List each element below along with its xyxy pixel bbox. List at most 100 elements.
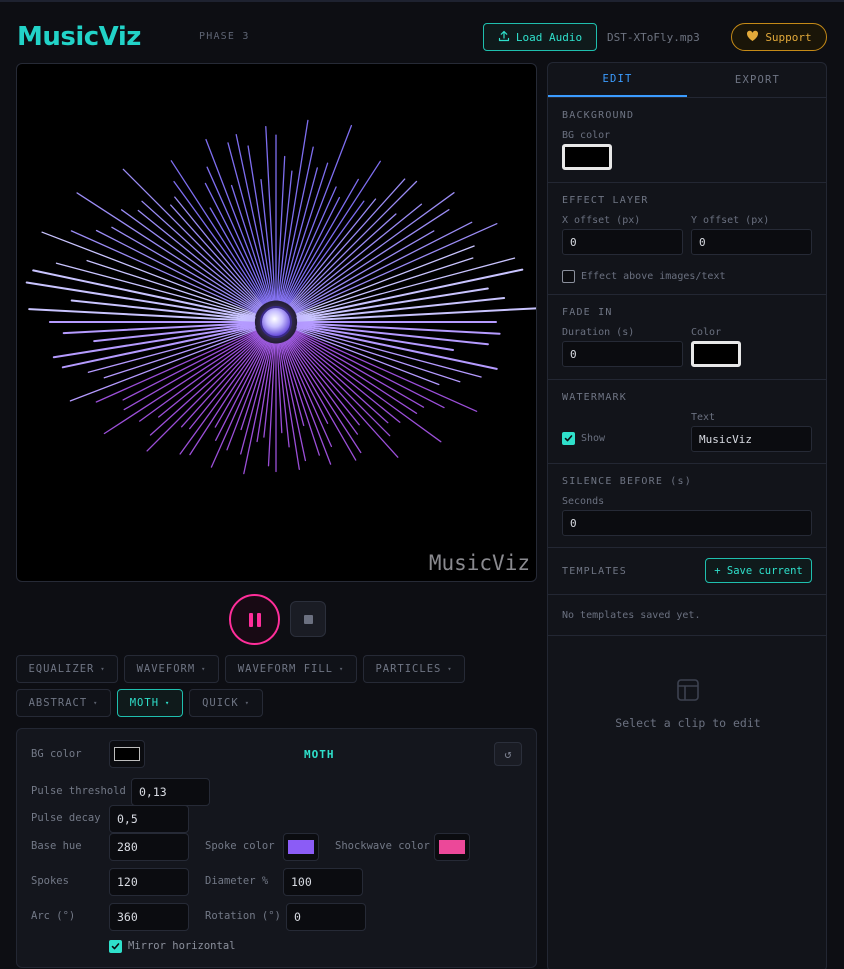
show-watermark-label: Show <box>581 433 606 444</box>
base-hue-label: Base hue <box>31 840 82 852</box>
spoke-line <box>295 223 498 314</box>
stop-button[interactable] <box>290 601 326 637</box>
seconds-input[interactable]: 0 <box>562 510 812 536</box>
stop-icon <box>303 614 313 624</box>
save-current-button[interactable]: + Save current <box>705 558 812 583</box>
support-button[interactable]: Support <box>731 23 827 51</box>
chip-waveform[interactable]: WAVEFORM ▾ <box>124 655 219 683</box>
shockwave-color-swatch[interactable] <box>434 833 470 861</box>
top-border <box>0 0 844 2</box>
spoke-line <box>295 329 440 386</box>
effect-above-checkbox[interactable] <box>562 270 575 283</box>
caret-down-icon: ▾ <box>201 665 207 673</box>
duration-input[interactable]: 0 <box>562 341 683 367</box>
check-icon <box>111 943 120 950</box>
spoke-line <box>295 330 478 412</box>
edit-panel: EDIT EXPORT BACKGROUND BG color EFFECT L… <box>547 62 827 969</box>
reset-button[interactable]: ↺ <box>494 742 522 766</box>
caret-down-icon: ▾ <box>244 699 250 707</box>
moth-bg-color-swatch[interactable] <box>109 740 145 768</box>
templates-heading: TEMPLATES <box>562 566 627 577</box>
spoke-line <box>70 230 257 314</box>
load-audio-button[interactable]: Load Audio <box>483 23 597 51</box>
mirror-horizontal-label: Mirror horizontal <box>128 940 236 952</box>
pulse-decay-input[interactable]: 0,5 <box>109 805 189 833</box>
caret-down-icon: ▾ <box>447 665 453 673</box>
spoke-line <box>293 209 450 311</box>
chip-quick[interactable]: QUICK ▾ <box>189 689 263 717</box>
tab-edit[interactable]: EDIT <box>548 63 687 97</box>
spoke-line <box>296 327 482 378</box>
no-templates-text: No templates saved yet. <box>562 610 701 621</box>
caret-down-icon: ▾ <box>338 665 345 673</box>
duration-label: Duration (s) <box>562 327 635 338</box>
fade-in-heading: FADE IN <box>562 307 613 318</box>
canvas-watermark: MusicViz <box>428 551 530 575</box>
visualizer-canvas[interactable]: MusicViz <box>16 63 537 582</box>
pause-icon <box>248 612 253 627</box>
moth-title: MOTH <box>304 748 335 761</box>
mirror-horizontal-checkbox[interactable] <box>109 940 122 953</box>
diameter-input[interactable]: 100 <box>283 868 363 896</box>
app-logo: MusicViz <box>17 22 141 52</box>
layout-icon <box>676 678 700 705</box>
spoke-line <box>227 142 271 302</box>
fade-color-swatch[interactable] <box>691 341 741 367</box>
select-clip-text: Select a clip to edit <box>615 716 761 730</box>
arc-label: Arc (°) <box>31 910 76 922</box>
spoke-color-label: Spoke color <box>205 840 275 852</box>
rotation-label: Rotation (°) <box>205 910 281 922</box>
spokes-label: Spokes <box>31 875 69 887</box>
pulse-decay-label: Pulse decay <box>31 812 101 824</box>
caret-down-icon: ▾ <box>93 699 99 707</box>
silence-heading: SILENCE BEFORE (s) <box>562 476 692 487</box>
spoke-line <box>247 145 274 301</box>
effect-above-label: Effect above images/text <box>581 271 726 282</box>
effect-layer-heading: EFFECT LAYER <box>562 195 649 206</box>
check-icon <box>564 435 573 442</box>
spoke-line <box>103 333 259 435</box>
y-offset-input[interactable]: 0 <box>691 229 812 255</box>
phase-label: PHASE 3 <box>199 31 250 42</box>
watermark-heading: WATERMARK <box>562 392 627 403</box>
panel-bg-color-swatch[interactable] <box>562 144 612 170</box>
diameter-label: Diameter % <box>205 875 269 887</box>
x-offset-label: X offset (px) <box>562 215 641 226</box>
spoke-line <box>292 203 423 309</box>
spoke-line <box>87 327 256 373</box>
base-hue-input[interactable]: 280 <box>109 833 189 861</box>
audio-filename: DST-XToFly.mp3 <box>607 31 700 44</box>
spoke-line <box>206 166 268 303</box>
spokes-input[interactable]: 120 <box>109 868 189 896</box>
chip-waveform-fill[interactable]: WAVEFORM FILL ▾ <box>225 655 357 683</box>
show-watermark-checkbox[interactable] <box>562 432 575 445</box>
spoke-line <box>293 192 455 310</box>
caret-down-icon: ▾ <box>100 665 106 673</box>
center-orb <box>260 306 292 338</box>
seconds-label: Seconds <box>562 496 605 507</box>
background-heading: BACKGROUND <box>562 110 635 121</box>
rotation-input[interactable]: 0 <box>286 903 366 931</box>
caret-down-icon: ▾ <box>165 699 171 707</box>
chip-particles[interactable]: PARTICLES ▾ <box>363 655 465 683</box>
tab-export[interactable]: EXPORT <box>688 63 826 97</box>
shockwave-color-label: Shockwave color <box>335 840 430 852</box>
moth-bg-color-label: BG color <box>31 748 82 760</box>
y-offset-label: Y offset (px) <box>691 215 770 226</box>
support-label: Support <box>765 30 812 44</box>
chip-moth[interactable]: MOTH ▾ <box>117 689 183 717</box>
pulse-threshold-label: Pulse threshold <box>31 785 126 797</box>
spoke-color-swatch[interactable] <box>283 833 319 861</box>
chip-equalizer[interactable]: EQUALIZER ▾ <box>16 655 118 683</box>
watermark-text-label: Text <box>691 412 716 423</box>
arc-input[interactable]: 360 <box>109 903 189 931</box>
watermark-text-input[interactable]: MusicViz <box>691 426 812 452</box>
panel-bg-color-label: BG color <box>562 130 611 141</box>
upload-icon <box>498 30 510 45</box>
reset-icon: ↺ <box>504 747 512 761</box>
x-offset-input[interactable]: 0 <box>562 229 683 255</box>
chip-abstract[interactable]: ABSTRACT ▾ <box>16 689 111 717</box>
pulse-threshold-input[interactable]: 0,13 <box>131 778 210 806</box>
pause-button[interactable] <box>229 594 280 645</box>
spoke-line <box>122 168 262 308</box>
